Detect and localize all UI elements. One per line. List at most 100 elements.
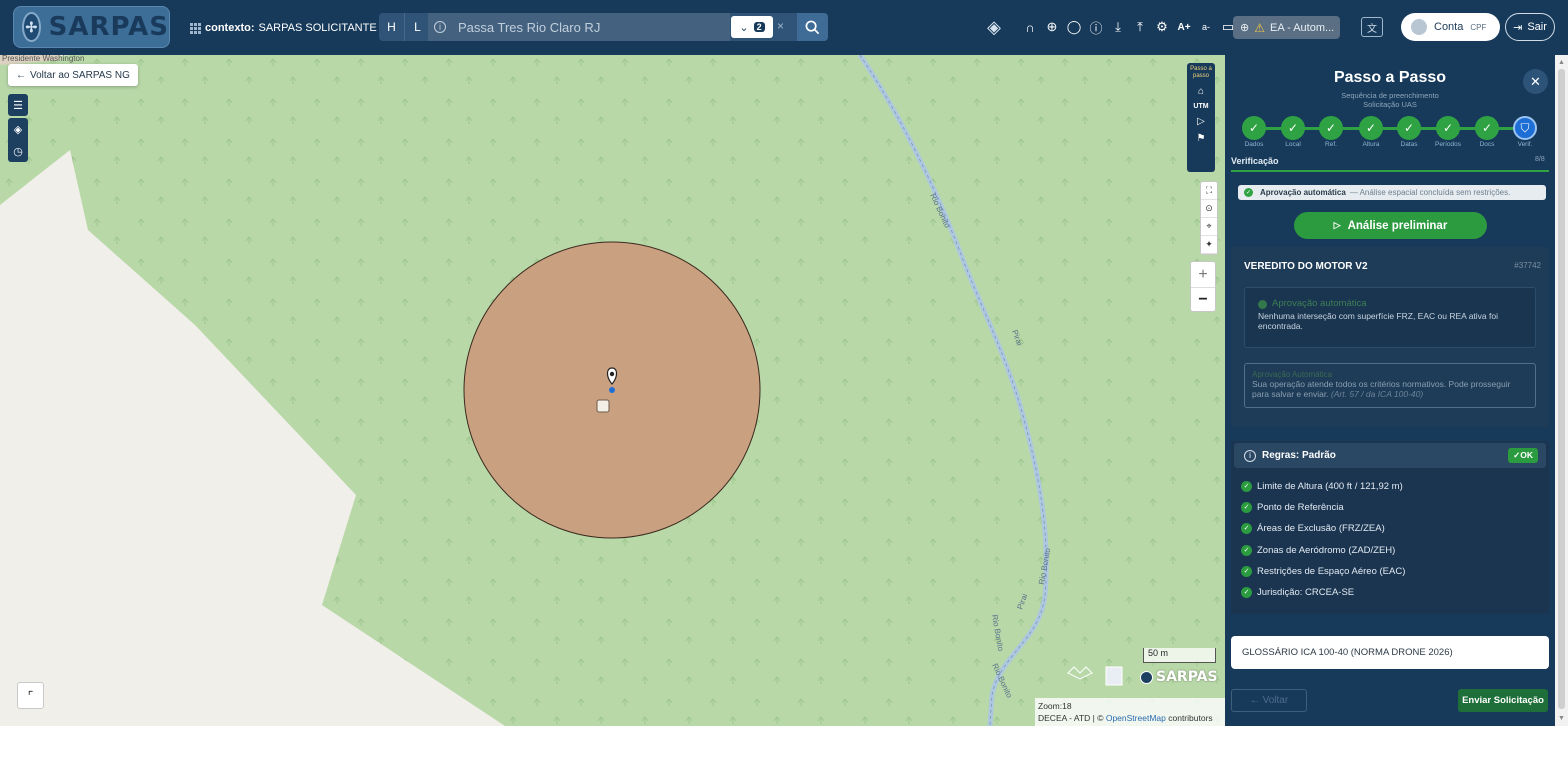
globe-icon: ⊕ <box>1240 22 1250 34</box>
panel-subtitle: Sequência de preenchimento Solicitação U… <box>1225 91 1555 109</box>
submit-request-button[interactable]: Enviar Solicitação <box>1458 689 1548 712</box>
panel-scrollbar[interactable]: ▲ ▼ <box>1555 55 1568 726</box>
step-docs[interactable]: ✓ <box>1475 116 1499 140</box>
section-progress-bar <box>1231 170 1549 172</box>
scale-bar: 50 m <box>1143 648 1216 663</box>
step-altura[interactable]: ✓ <box>1359 116 1383 140</box>
scroll-up-icon[interactable]: ▲ <box>1558 59 1565 66</box>
zoom-in-button[interactable]: + <box>1191 262 1215 287</box>
results-count-badge: 2 <box>753 22 765 32</box>
rule-item: ✓ Limite de Altura (400 ft / 121,92 m) <box>1241 477 1403 495</box>
home-icon[interactable]: ⌂ <box>1198 86 1204 97</box>
rule-label: Ponto de Referência <box>1257 501 1344 513</box>
step-by-step-button[interactable]: Passo a passo <box>1190 66 1212 80</box>
section-title: Verificação <box>1231 156 1279 166</box>
zoom-out-button[interactable]: − <box>1191 287 1215 312</box>
back-button[interactable]: ← Voltar <box>1231 689 1307 712</box>
info-icon: i <box>1244 449 1256 462</box>
logout-icon: ⇥ <box>1513 21 1523 34</box>
step-ref[interactable]: ✓ <box>1319 116 1343 140</box>
rules-card: i Regras: Padrão ✓OK ✓ Limite de Altura (… <box>1231 441 1549 614</box>
pin-icon[interactable]: ⊙ <box>1201 200 1217 218</box>
sparkle-icon[interactable]: ✦ <box>1201 236 1217 254</box>
rules-header[interactable]: i Regras: Padrão ✓OK <box>1234 443 1546 468</box>
scroll-thumb[interactable] <box>1558 69 1565 709</box>
step-dados[interactable]: ✓ <box>1242 116 1266 140</box>
page-bottom <box>0 726 1568 772</box>
rule-item: ✓ Restrições de Espaço Aéreo (EAC) <box>1241 562 1405 580</box>
verdict-note-heading: Aprovação Automática <box>1252 370 1333 379</box>
clear-search-button[interactable]: × <box>777 19 784 33</box>
ea-selector[interactable]: ⊕ ⚠ EA - Autom... <box>1233 16 1340 39</box>
info-circle-icon[interactable]: ⓘ <box>1088 18 1104 37</box>
step-label: Verif. <box>1517 141 1533 148</box>
marker-badge-icon[interactable] <box>596 399 610 413</box>
brand-text: SARPAS <box>1156 669 1218 685</box>
scroll-down-icon[interactable]: ▼ <box>1558 715 1565 722</box>
search-icon <box>805 20 820 34</box>
mode-h-button[interactable]: H <box>379 13 405 41</box>
close-panel-button[interactable]: ✕ <box>1523 69 1548 94</box>
drone-icon: ✢ <box>22 12 41 42</box>
verdict-result-text: Nenhuma interseção com superfície FRZ, E… <box>1258 311 1498 331</box>
step-periodos[interactable]: ✓ <box>1436 116 1460 140</box>
layers-icon[interactable]: ◈ <box>984 17 1004 37</box>
preliminary-analysis-button[interactable]: ▷ Análise preliminar <box>1294 212 1487 239</box>
flag-icon[interactable]: ⚑ <box>1197 133 1206 144</box>
chat-icon[interactable]: ◯ <box>1066 19 1082 35</box>
close-icon: ✕ <box>1530 73 1541 89</box>
download-icon[interactable]: ⤓ <box>1110 19 1126 35</box>
auto-approval-label: Aprovação automática <box>1260 188 1346 197</box>
font-increase-button[interactable]: A+ <box>1176 22 1192 33</box>
translate-icon[interactable]: 文 <box>1361 17 1383 37</box>
step-verif[interactable]: ⛉ <box>1513 116 1537 140</box>
sarpas-logo[interactable]: ✢ SARPAS <box>13 6 170 48</box>
filter-button[interactable]: ☰ <box>8 94 28 116</box>
clock-icon[interactable]: ◷ <box>13 140 23 162</box>
sliders-icon: ☰ <box>13 99 23 112</box>
step-datas[interactable]: ✓ <box>1397 116 1421 140</box>
step-label: Local <box>1285 141 1301 148</box>
fullscreen-icon[interactable]: ⛶ <box>1201 182 1217 200</box>
verdict-note-box: Aprovação Automática Sua operação atende… <box>1244 363 1536 408</box>
preliminary-analysis-label: Análise preliminar <box>1347 219 1448 232</box>
magnet-icon[interactable]: ∩ <box>1022 20 1038 35</box>
gear-icon[interactable]: ⚙ <box>1154 19 1170 35</box>
step-label: Dados <box>1244 141 1264 148</box>
panel-subtitle-line2: Solicitação UAS <box>1363 100 1417 109</box>
back-to-sarpas-label: Voltar ao SARPAS NG <box>30 69 130 81</box>
logout-label: Sair <box>1527 21 1547 33</box>
rules-title: Regras: Padrão <box>1262 450 1336 461</box>
zoom-level: Zoom:18 <box>1038 701 1072 711</box>
font-decrease-button[interactable]: a- <box>1198 22 1214 32</box>
chevron-down-icon: ⌄ <box>739 21 749 34</box>
app-root: ✢ SARPAS contexto: SARPAS SOLICITANTE H … <box>0 0 1568 772</box>
context-label: contexto: <box>205 22 255 34</box>
context-indicator[interactable]: contexto: SARPAS SOLICITANTE <box>190 22 377 34</box>
street-label: Presidente Washington <box>2 55 84 63</box>
map-canvas[interactable]: Presidente Washington Rio Bonito Pirai R… <box>0 55 1225 726</box>
step-local[interactable]: ✓ <box>1281 116 1305 140</box>
search-input[interactable] <box>428 13 730 41</box>
corner-tool-button[interactable]: ⌜ <box>17 682 44 709</box>
crosshair-icon[interactable]: ⌖ <box>1201 218 1217 236</box>
logout-button[interactable]: ⇥ Sair <box>1505 13 1555 41</box>
info-icon: i <box>434 21 446 33</box>
verdict-note-reference: (Art. 57 / da ICA 100-40) <box>1330 389 1424 399</box>
play-icon[interactable]: ▷ <box>1197 116 1205 127</box>
openstreetmap-link[interactable]: OpenStreetMap <box>1106 713 1166 723</box>
glossary-button[interactable]: GLOSSÁRIO ICA 100-40 (NORMA DRONE 2026) <box>1231 636 1549 669</box>
check-icon: ✓ <box>1241 586 1252 598</box>
globe-icon[interactable]: ⊕ <box>1044 19 1060 35</box>
search-button[interactable] <box>797 13 828 41</box>
sarpas-watermark: SARPAS <box>1140 669 1218 685</box>
rule-label: Áreas de Exclusão (FRZ/ZEA) <box>1257 522 1385 534</box>
back-to-sarpas-button[interactable]: ← Voltar ao SARPAS NG <box>8 64 138 86</box>
account-button[interactable]: Conta CPF <box>1401 13 1500 41</box>
results-dropdown[interactable]: ⌄ 2 <box>731 16 773 38</box>
utm-button[interactable]: UTM <box>1193 103 1208 110</box>
layers-icon[interactable]: ◈ <box>14 118 22 140</box>
upload-icon[interactable]: ⤒ <box>1132 19 1148 35</box>
step-label: Altura <box>1362 141 1380 148</box>
play-icon: ▷ <box>1333 220 1341 230</box>
